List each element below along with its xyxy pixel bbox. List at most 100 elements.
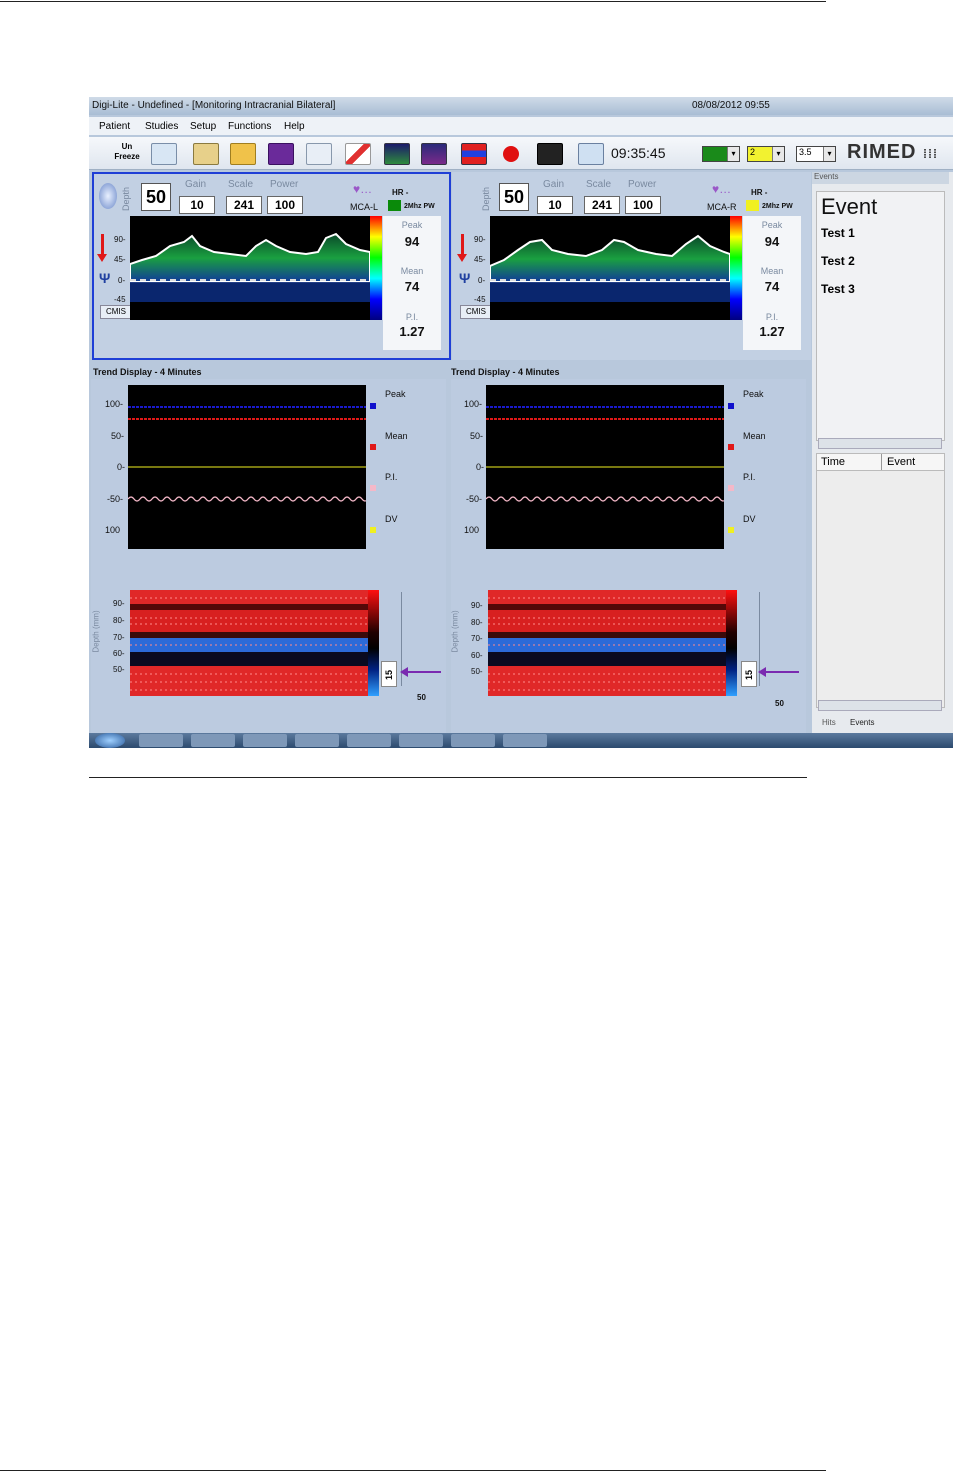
- notes-icon[interactable]: [151, 143, 177, 165]
- column-time[interactable]: Time: [821, 456, 845, 468]
- legend-dv-swatch: [370, 527, 376, 533]
- taskbar-folder-icon[interactable]: [191, 734, 235, 747]
- event-item[interactable]: Test 1: [821, 226, 855, 240]
- depth-marker-value: 50: [417, 693, 426, 702]
- event-log-scrollbar[interactable]: [818, 700, 942, 711]
- scale-select[interactable]: 3.5 ▾: [796, 146, 836, 162]
- hr-label: HR -: [392, 188, 409, 197]
- gain-select[interactable]: 2 ▾: [747, 146, 785, 162]
- event-list[interactable]: Event Test 1 Test 2 Test 3: [816, 191, 945, 441]
- heart-icon: ♥…: [712, 182, 732, 196]
- right-spectral-panel[interactable]: Depth 50 Gain 10 Scale 241 Power 100 ♥… …: [452, 172, 811, 360]
- m-mode-icon[interactable]: [461, 143, 487, 165]
- menu-functions[interactable]: Functions: [228, 121, 271, 132]
- vessel-label: MCA-R: [707, 202, 737, 212]
- scale-value[interactable]: 241: [584, 196, 620, 214]
- depth-label: Depth: [121, 186, 132, 212]
- left-spectral-panel[interactable]: Depth 50 Gain 10 Scale 241 Power 100 ♥… …: [92, 172, 451, 360]
- depth-value[interactable]: 50: [499, 183, 529, 211]
- cmis-button[interactable]: CMIS: [460, 305, 492, 319]
- report-icon[interactable]: [306, 143, 332, 165]
- scale-select-value: 3.5: [799, 147, 812, 157]
- grid-icon[interactable]: [268, 143, 294, 165]
- trend-plot[interactable]: [128, 385, 366, 549]
- spectrum-waveform: [130, 232, 370, 302]
- taskbar-browser-icon[interactable]: [139, 734, 183, 747]
- event-list-scrollbar[interactable]: [818, 438, 942, 449]
- doppler-spectrum[interactable]: [130, 216, 370, 320]
- menu-setup[interactable]: Setup: [190, 121, 216, 132]
- probe-knob-icon[interactable]: [99, 183, 117, 209]
- menu-bar: Patient Studies Setup Functions Help: [89, 117, 953, 135]
- chevron-down-icon: ▾: [727, 147, 739, 161]
- patient-icon[interactable]: [193, 143, 219, 165]
- menu-patient[interactable]: Patient: [99, 121, 130, 132]
- trend-icon[interactable]: [421, 143, 447, 165]
- chevron-down-icon: ▾: [823, 147, 835, 161]
- trend-ytick: 0-: [117, 462, 126, 472]
- pen-icon[interactable]: [345, 143, 371, 165]
- taskbar-clock-app-icon[interactable]: [295, 734, 339, 747]
- gain-value[interactable]: 10: [537, 196, 573, 214]
- mean-label: Mean: [400, 266, 424, 276]
- peak-label: Peak: [401, 220, 423, 230]
- scale-value[interactable]: 241: [226, 196, 262, 214]
- pi-label: P.I.: [765, 312, 779, 322]
- depth-marker-arrow-icon[interactable]: [761, 671, 799, 673]
- legend-peak: Peak: [385, 389, 406, 399]
- m-mode-display[interactable]: [130, 590, 368, 696]
- tab-events[interactable]: Events: [850, 718, 874, 727]
- gate-size-box[interactable]: 15: [741, 661, 757, 687]
- m-mode-display[interactable]: [488, 590, 726, 696]
- power-value[interactable]: 100: [625, 196, 661, 214]
- tab-hits[interactable]: Hits: [822, 718, 836, 727]
- spectrum-icon[interactable]: [384, 143, 410, 165]
- folder-icon[interactable]: [230, 143, 256, 165]
- column-divider: [881, 454, 882, 470]
- legend-peak-swatch: [728, 403, 734, 409]
- toolbar: Un Freeze 09:35:45 ▾ 2 ▾ 3.5 ▾ RIMED ⁞⁞⁞: [89, 137, 953, 170]
- taskbar-word-icon[interactable]: [399, 734, 443, 747]
- record-icon[interactable]: [503, 146, 519, 162]
- taskbar-office-icon[interactable]: [243, 734, 287, 747]
- freeze-button[interactable]: Un Freeze: [107, 140, 147, 166]
- legend-pi: P.I.: [385, 472, 398, 482]
- depth-value[interactable]: 50: [141, 183, 171, 211]
- color-select-green[interactable]: ▾: [702, 146, 740, 162]
- m-mode-colorbar: [368, 590, 379, 696]
- spectrum-tick: 0-: [118, 276, 126, 285]
- event-item[interactable]: Test 2: [821, 254, 855, 268]
- trend-plot[interactable]: [486, 385, 724, 549]
- stop-icon[interactable]: [537, 143, 563, 165]
- spectrum-tick: 45-: [474, 255, 486, 264]
- depth-tick: 90-: [471, 601, 483, 610]
- taskbar-app-icon[interactable]: [451, 734, 495, 747]
- start-button[interactable]: [95, 733, 125, 748]
- depth-marker-arrow-icon[interactable]: [403, 671, 441, 673]
- calendar-icon[interactable]: [578, 143, 604, 165]
- menu-studies[interactable]: Studies: [145, 121, 178, 132]
- velocity-colorbar: [370, 216, 382, 320]
- taskbar-chat-icon[interactable]: [347, 734, 391, 747]
- column-event[interactable]: Event: [887, 456, 915, 468]
- menu-help[interactable]: Help: [284, 121, 305, 132]
- hr-label: HR -: [751, 188, 768, 197]
- gain-label: Gain: [543, 179, 565, 190]
- gate-size-value: 15: [744, 669, 754, 680]
- taskbar-paint-icon[interactable]: [503, 734, 547, 747]
- spectrum-stats: Peak 94 Mean 74 P.I. 1.27: [383, 216, 441, 350]
- gain-value[interactable]: 10: [179, 196, 215, 214]
- event-log[interactable]: [816, 470, 945, 708]
- cmis-button[interactable]: CMIS: [100, 305, 132, 319]
- gate-size-box[interactable]: 15: [381, 661, 397, 687]
- peak-value: 94: [404, 234, 420, 249]
- trend-ytick: 100: [464, 525, 480, 535]
- pi-label: P.I.: [405, 312, 419, 322]
- spectrum-tick: 90-: [474, 235, 486, 244]
- depth-marker-arrowhead-icon: [400, 667, 408, 677]
- power-value[interactable]: 100: [267, 196, 303, 214]
- event-item[interactable]: Test 3: [821, 282, 855, 296]
- depth-marker-arrowhead-icon: [758, 667, 766, 677]
- doppler-spectrum[interactable]: [490, 216, 730, 320]
- legend-peak: Peak: [743, 389, 764, 399]
